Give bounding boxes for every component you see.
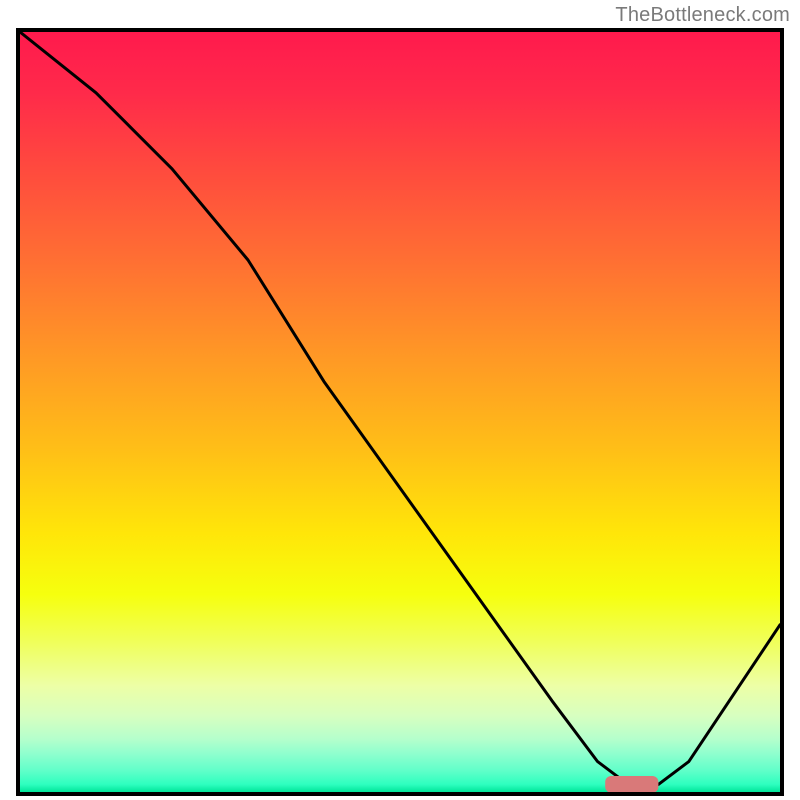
plot-area: [16, 28, 784, 796]
curve-layer: [20, 32, 780, 792]
optimum-marker: [605, 776, 658, 792]
bottleneck-curve: [20, 32, 780, 784]
chart-container: TheBottleneck.com: [0, 0, 800, 800]
watermark-text: TheBottleneck.com: [615, 4, 790, 27]
